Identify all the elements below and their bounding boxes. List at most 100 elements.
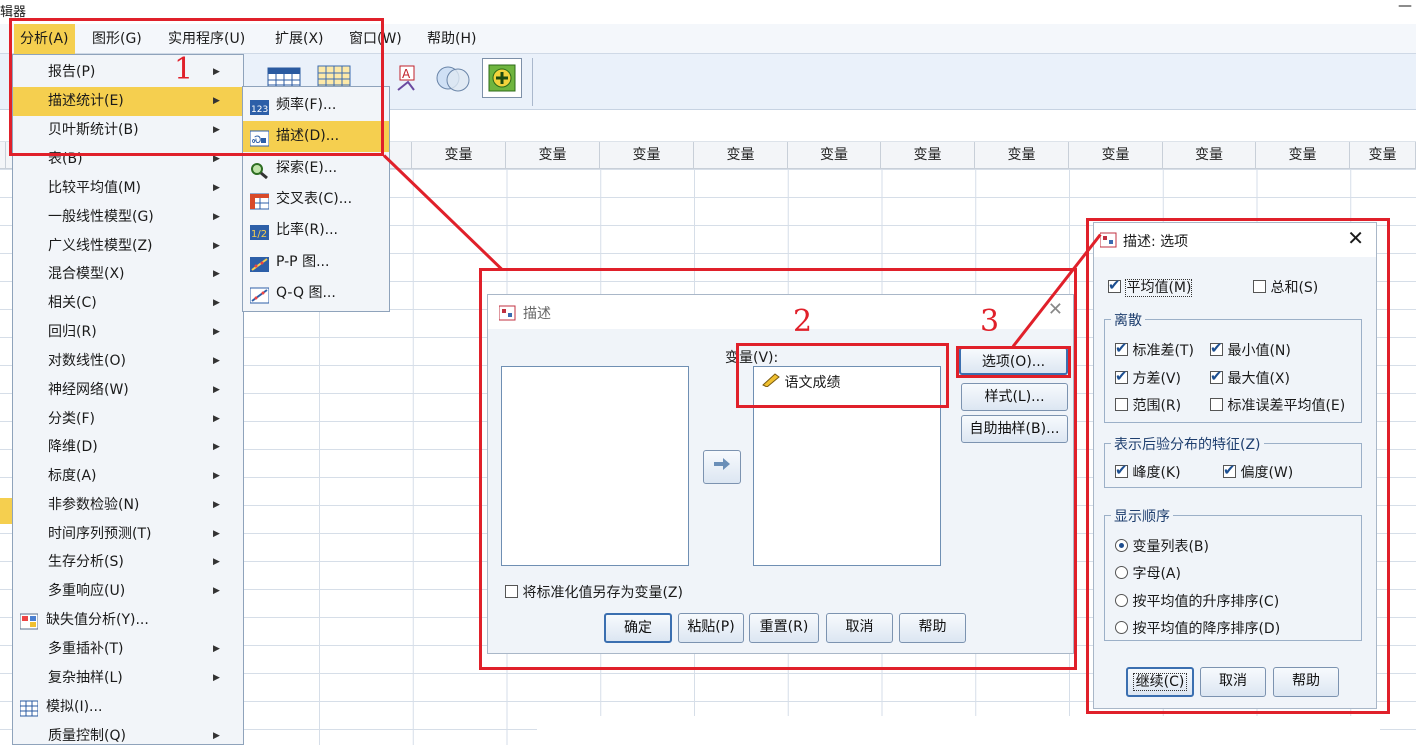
menu-item-label: 生存分析(S) xyxy=(48,554,124,570)
menu-item-compare-means[interactable]: 比较平均值(M) ▶ xyxy=(13,174,243,203)
submenu-arrow-icon: ▶ xyxy=(213,500,220,510)
submenu-arrow-icon: ▶ xyxy=(213,529,220,539)
svg-text:1/2: 1/2 xyxy=(251,229,267,240)
submenu-arrow-icon: ▶ xyxy=(213,414,220,424)
column-header-var[interactable]: 变量 xyxy=(975,142,1069,169)
column-header-var[interactable]: 变量 xyxy=(694,142,788,169)
submenu-item-explore[interactable]: 探索(E)... xyxy=(243,153,389,184)
submenu-arrow-icon: ▶ xyxy=(213,241,220,251)
submenu-arrow-icon: ▶ xyxy=(213,557,220,567)
submenu-item-label: 探索(E)... xyxy=(276,160,338,176)
step-number-2: 2 xyxy=(793,304,813,339)
analyze-menu: 报告(P) ▶ 描述统计(E) ▶ 贝叶斯统计(B) ▶ 表(B) ▶ 比较平均值(M)… xyxy=(12,54,244,745)
menu-item-quality-control[interactable]: 质量控制(Q) ▶ xyxy=(13,722,243,751)
svg-text:A: A xyxy=(402,67,411,81)
submenu-arrow-icon: ▶ xyxy=(213,586,220,596)
menu-item-label: 降维(D) xyxy=(48,439,98,455)
menu-item-label: 多重响应(U) xyxy=(48,583,126,599)
menu-item-label: 模拟(I)... xyxy=(46,699,103,715)
menu-item-label: 分类(F) xyxy=(48,411,95,427)
step-number-1: 1 xyxy=(174,52,194,87)
column-header-var[interactable]: 变量 xyxy=(1350,142,1416,169)
row-number-header xyxy=(0,142,6,169)
annotation-box-options-dialog xyxy=(1086,218,1390,714)
menu-item-regression[interactable]: 回归(R) ▶ xyxy=(13,318,243,347)
column-header-var[interactable]: 变量 xyxy=(788,142,881,169)
submenu-item-label: P-P 图... xyxy=(276,254,330,270)
column-header-var[interactable]: 变量 xyxy=(1163,142,1256,169)
step-number-3: 3 xyxy=(980,304,1000,339)
menu-item-dimension-reduction[interactable]: 降维(D) ▶ xyxy=(13,433,243,462)
menu-item-label: 质量控制(Q) xyxy=(48,728,126,744)
qq-plot-icon xyxy=(249,285,270,304)
menu-item-general-linear-model[interactable]: 一般线性模型(G) ▶ xyxy=(13,203,243,232)
submenu-arrow-icon: ▶ xyxy=(213,269,220,279)
menu-item-neural-networks[interactable]: 神经网络(W) ▶ xyxy=(13,376,243,405)
value-labels-icon[interactable]: A xyxy=(392,60,428,96)
column-header-var[interactable]: 变量 xyxy=(1069,142,1163,169)
selected-row-marker xyxy=(0,498,12,524)
menu-item-mixed-models[interactable]: 混合模型(X) ▶ xyxy=(13,260,243,289)
missing-value-icon xyxy=(19,612,39,630)
column-header-var[interactable]: 变量 xyxy=(881,142,975,169)
submenu-item-pp-plot[interactable]: P-P 图... xyxy=(243,247,389,278)
menu-item-label: 一般线性模型(G) xyxy=(48,209,154,225)
menu-item-survival[interactable]: 生存分析(S) ▶ xyxy=(13,548,243,577)
submenu-arrow-icon: ▶ xyxy=(213,644,220,654)
menu-item-label: 混合模型(X) xyxy=(48,266,125,282)
menu-item-label: 相关(C) xyxy=(48,295,97,311)
submenu-item-crosstabs[interactable]: 交叉表(C)... xyxy=(243,184,389,215)
menu-item-label: 标度(A) xyxy=(48,468,97,484)
menu-item-simulation[interactable]: 模拟(I)... xyxy=(13,693,243,722)
menu-item-label: 多重插补(T) xyxy=(48,641,124,657)
submenu-arrow-icon: ▶ xyxy=(213,183,220,193)
annotation-box-step2 xyxy=(736,343,949,408)
submenu-arrow-icon: ▶ xyxy=(213,298,220,308)
explore-magnifier-icon xyxy=(250,160,269,180)
submenu-arrow-icon: ▶ xyxy=(213,212,220,222)
annotation-box-step3 xyxy=(956,346,1071,378)
menu-item-label: 缺失值分析(Y)... xyxy=(46,612,149,628)
page-bottom-area xyxy=(537,716,1380,745)
submenu-arrow-icon: ▶ xyxy=(213,731,220,741)
menu-item-label: 回归(R) xyxy=(48,324,97,340)
submenu-arrow-icon: ▶ xyxy=(213,385,220,395)
menu-item-label: 复杂抽样(L) xyxy=(48,670,123,686)
menu-item-label: 广义线性模型(Z) xyxy=(48,238,153,254)
column-header-var[interactable]: 变量 xyxy=(1256,142,1350,169)
menu-item-loglinear[interactable]: 对数线性(O) ▶ xyxy=(13,347,243,376)
minimize-button[interactable]: — xyxy=(1398,0,1412,14)
annotation-box-step1 xyxy=(9,18,384,156)
menu-item-nonparametric-tests[interactable]: 非参数检验(N) ▶ xyxy=(13,491,243,520)
menu-item-complex-samples[interactable]: 复杂抽样(L) ▶ xyxy=(13,664,243,693)
submenu-item-ratio[interactable]: 1/2 比率(R)... xyxy=(243,215,389,246)
add-extension-icon[interactable] xyxy=(482,58,522,98)
menu-item-label: 比较平均值(M) xyxy=(48,180,142,196)
menu-item-multiple-imputation[interactable]: 多重插补(T) ▶ xyxy=(13,635,243,664)
menu-item-time-series-forecasting[interactable]: 时间序列预测(T) ▶ xyxy=(13,520,243,549)
menu-item-classify[interactable]: 分类(F) ▶ xyxy=(13,405,243,434)
submenu-item-label: Q-Q 图... xyxy=(276,285,336,301)
column-header-var[interactable]: 变量 xyxy=(506,142,600,169)
venn-circles-icon[interactable] xyxy=(434,60,470,96)
menu-help[interactable]: 帮助(H) xyxy=(421,24,482,54)
menu-item-label: 时间序列预测(T) xyxy=(48,526,152,542)
submenu-item-label: 比率(R)... xyxy=(276,222,339,238)
submenu-item-label: 交叉表(C)... xyxy=(276,191,353,207)
submenu-arrow-icon: ▶ xyxy=(213,356,220,366)
submenu-arrow-icon: ▶ xyxy=(213,442,220,452)
ratio-icon: 1/2 xyxy=(250,222,269,240)
crosstabs-icon xyxy=(249,191,270,210)
toolbar-separator xyxy=(532,58,533,106)
column-header-var[interactable]: 变量 xyxy=(412,142,506,169)
submenu-arrow-icon: ▶ xyxy=(213,327,220,337)
menu-item-scale[interactable]: 标度(A) ▶ xyxy=(13,462,243,491)
menu-item-label: 对数线性(O) xyxy=(48,353,126,369)
menu-item-generalized-linear-model[interactable]: 广义线性模型(Z) ▶ xyxy=(13,232,243,261)
column-header-var[interactable]: 变量 xyxy=(600,142,694,169)
submenu-arrow-icon: ▶ xyxy=(213,673,220,683)
menu-item-correlate[interactable]: 相关(C) ▶ xyxy=(13,289,243,318)
menu-item-missing-value-analysis[interactable]: 缺失值分析(Y)... xyxy=(13,606,243,635)
submenu-item-qq-plot[interactable]: Q-Q 图... xyxy=(243,278,389,309)
menu-item-multiple-response[interactable]: 多重响应(U) ▶ xyxy=(13,577,243,606)
